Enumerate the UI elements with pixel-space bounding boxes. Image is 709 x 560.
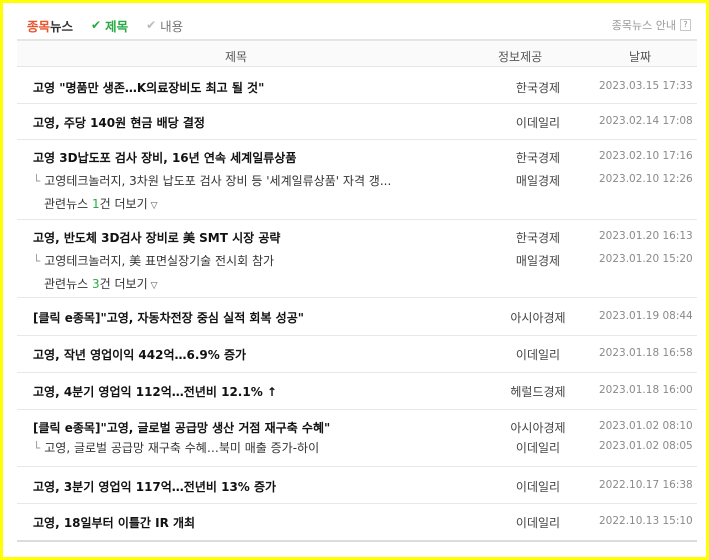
news-tabs: 종목뉴스 ✔ 제목 ✔ 내용 bbox=[27, 15, 183, 35]
chevron-down-icon: ▽ bbox=[150, 201, 158, 211]
chevron-down-icon: ▽ bbox=[150, 281, 158, 291]
news-title-link[interactable]: 고영, 주당 140원 현금 배당 결정 bbox=[33, 114, 473, 131]
news-date: 2023.02.10 12:26 bbox=[599, 173, 693, 185]
corner-icon: └ bbox=[33, 174, 41, 188]
help-icon: ? bbox=[680, 19, 691, 31]
news-title-link[interactable]: [클릭 e종목]"고영, 자동차전장 중심 실적 회복 성공" bbox=[33, 309, 473, 326]
news-item: 고영, 18일부터 이틀간 IR 개최 이데일리 2022.10.13 15:1… bbox=[17, 504, 697, 542]
stock-news-tab[interactable]: 종목뉴스 bbox=[27, 16, 73, 35]
news-title-link[interactable]: 고영, 18일부터 이틀간 IR 개최 bbox=[33, 514, 473, 531]
news-date: 2023.02.14 17:08 bbox=[599, 115, 693, 127]
news-source: 한국경제 bbox=[515, 81, 561, 95]
news-date: 2023.01.18 16:00 bbox=[599, 384, 693, 396]
news-source: 이데일리 bbox=[515, 348, 561, 362]
news-source: 이데일리 bbox=[515, 441, 561, 455]
search-title-option[interactable]: ✔ 제목 bbox=[91, 16, 128, 35]
related-news-more-button[interactable]: 관련뉴스 3건 더보기 ▽ bbox=[44, 275, 158, 292]
corner-icon: └ bbox=[33, 441, 41, 455]
column-title: 제목 bbox=[225, 50, 248, 64]
news-source: 매일경제 bbox=[515, 174, 561, 188]
news-item: 고영, 작년 영업이익 442억…6.9% 증가 이데일리 2023.01.18… bbox=[17, 336, 697, 373]
news-date: 2023.01.02 08:05 bbox=[599, 440, 693, 452]
news-source: 매일경제 bbox=[515, 254, 561, 268]
news-source: 이데일리 bbox=[515, 480, 561, 494]
news-source: 이데일리 bbox=[515, 516, 561, 530]
news-title-link[interactable]: 고영, 4분기 영업익 112억…전년비 12.1% ↑ bbox=[33, 383, 473, 400]
news-title-link[interactable]: 고영, 반도체 3D검사 장비로 美 SMT 시장 공략 bbox=[33, 229, 473, 246]
stock-news-guide-link[interactable]: 종목뉴스 안내 ? bbox=[612, 17, 691, 33]
news-item: 고영, 3분기 영업익 117억…전년비 13% 증가 이데일리 2022.10… bbox=[17, 467, 697, 504]
news-date: 2023.01.18 16:58 bbox=[599, 347, 693, 359]
news-date: 2023.03.15 17:33 bbox=[599, 80, 693, 92]
news-source: 한국경제 bbox=[515, 151, 561, 165]
news-item: 고영, 주당 140원 현금 배당 결정 이데일리 2023.02.14 17:… bbox=[17, 104, 697, 140]
column-date: 날짜 bbox=[629, 50, 652, 64]
news-source: 아시아경제 bbox=[510, 311, 566, 325]
news-title-link[interactable]: 고영, 3분기 영업익 117억…전년비 13% 증가 bbox=[33, 478, 473, 495]
news-panel: 종목뉴스 ✔ 제목 ✔ 내용 종목뉴스 안내 ? 제목 정보제공 날짜 고영 "… bbox=[0, 0, 709, 560]
check-icon: ✔ bbox=[146, 18, 157, 32]
search-content-option[interactable]: ✔ 내용 bbox=[146, 16, 183, 35]
news-item: 고영, 반도체 3D검사 장비로 美 SMT 시장 공략 한국경제 2023.0… bbox=[17, 220, 697, 298]
news-date: 2022.10.17 16:38 bbox=[599, 479, 693, 491]
news-title-link[interactable]: 고영 3D납도포 검사 장비, 16년 연속 세계일류상품 bbox=[33, 149, 473, 166]
news-item: 고영, 4분기 영업익 112억…전년비 12.1% ↑ 헤럴드경제 2023.… bbox=[17, 373, 697, 410]
related-news-link[interactable]: └ 고영, 글로벌 공급망 재구축 수혜…북미 매출 증가-하이 bbox=[33, 439, 473, 456]
column-source: 정보제공 bbox=[498, 50, 543, 64]
corner-icon: └ bbox=[33, 254, 41, 268]
news-item: 고영 3D납도포 검사 장비, 16년 연속 세계일류상품 한국경제 2023.… bbox=[17, 140, 697, 220]
news-date: 2023.01.20 16:13 bbox=[599, 230, 693, 242]
news-source: 헤럴드경제 bbox=[510, 385, 566, 399]
news-date: 2022.10.13 15:10 bbox=[599, 515, 693, 527]
news-title-link[interactable]: 고영 "명품만 생존…K의료장비도 최고 될 것" bbox=[33, 79, 473, 96]
related-news-more-button[interactable]: 관련뉴스 1건 더보기 ▽ bbox=[44, 195, 158, 212]
news-date: 2023.01.02 08:10 bbox=[599, 420, 693, 432]
related-news-link[interactable]: └ 고영테크놀러지, 3차원 납도포 검사 장비 등 '세계일류상품' 자격 갱.… bbox=[33, 172, 473, 189]
news-source: 아시아경제 bbox=[510, 421, 566, 435]
news-item: [클릭 e종목]"고영, 자동차전장 중심 실적 회복 성공" 아시아경제 20… bbox=[17, 298, 697, 336]
related-news-link[interactable]: └ 고영테크놀러지, 美 표면실장기술 전시회 참가 bbox=[33, 252, 473, 269]
news-item: [클릭 e종목]"고영, 글로벌 공급망 생산 거점 재구축 수혜" 아시아경제… bbox=[17, 410, 697, 467]
news-title-link[interactable]: 고영, 작년 영업이익 442억…6.9% 증가 bbox=[33, 346, 473, 363]
table-header: 제목 정보제공 날짜 bbox=[17, 39, 697, 67]
news-date: 2023.02.10 17:16 bbox=[599, 150, 693, 162]
news-item: 고영 "명품만 생존…K의료장비도 최고 될 것" 한국경제 2023.03.1… bbox=[17, 67, 697, 104]
news-list: 고영 "명품만 생존…K의료장비도 최고 될 것" 한국경제 2023.03.1… bbox=[17, 67, 697, 542]
news-source: 이데일리 bbox=[515, 116, 561, 130]
news-date: 2023.01.19 08:44 bbox=[599, 310, 693, 322]
news-source: 한국경제 bbox=[515, 231, 561, 245]
news-title-link[interactable]: [클릭 e종목]"고영, 글로벌 공급망 생산 거점 재구축 수혜" bbox=[33, 419, 473, 436]
news-date: 2023.01.20 15:20 bbox=[599, 253, 693, 265]
check-icon: ✔ bbox=[91, 18, 102, 32]
